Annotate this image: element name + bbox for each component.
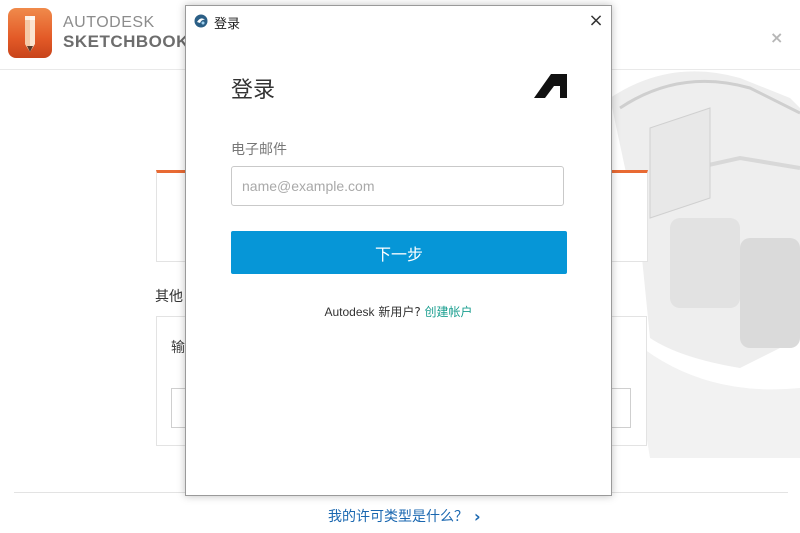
- login-dialog: 登录 × 登录 电子邮件 下一步 Autodesk 新用户? 创建帐户: [185, 5, 612, 496]
- dialog-title: 登录: [214, 17, 241, 32]
- dialog-close-button[interactable]: ×: [584, 10, 608, 32]
- create-account-link[interactable]: 创建帐户: [425, 305, 473, 319]
- sketchbook-app-icon: [194, 14, 208, 28]
- signup-text: 新用户?: [378, 305, 421, 319]
- email-label: 电子邮件: [231, 142, 287, 158]
- dialog-titlebar: 登录 ×: [186, 6, 611, 36]
- signup-brand: Autodesk: [324, 305, 375, 319]
- next-button[interactable]: 下一步: [231, 231, 567, 274]
- other-options-label: 其他: [155, 289, 183, 305]
- signup-line: Autodesk 新用户? 创建帐户: [186, 303, 611, 320]
- brand-autodesk: AUTODESK: [63, 14, 155, 31]
- email-field[interactable]: [231, 166, 564, 206]
- license-type-link[interactable]: 我的许可类型是什么？ ›: [328, 506, 481, 526]
- brand-wordmark: AUTODESK SKETCHBOOK: [63, 14, 189, 51]
- background-input-label: 输: [171, 340, 185, 356]
- autodesk-logo-icon: [534, 74, 567, 98]
- chevron-right-icon: ›: [474, 506, 481, 526]
- license-type-link-text: 我的许可类型是什么？: [328, 509, 468, 525]
- sketchbook-logo-icon: [8, 8, 52, 58]
- brand-sketchbook: SKETCHBOOK: [63, 32, 189, 51]
- page-title: 登录: [231, 78, 276, 103]
